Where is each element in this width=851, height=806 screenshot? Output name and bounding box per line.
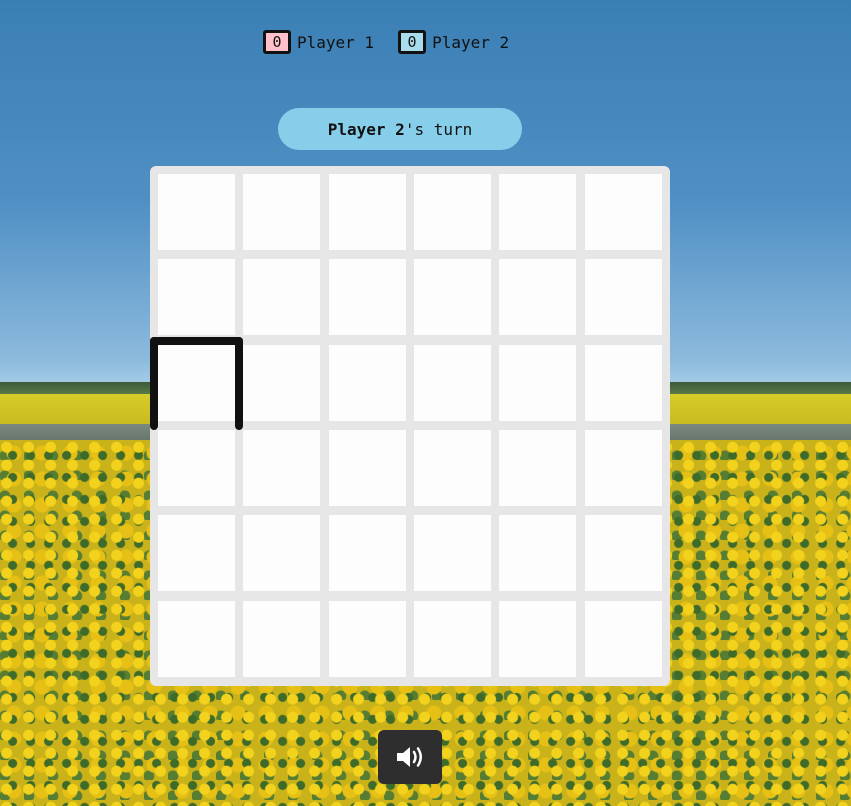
grid-cell[interactable] xyxy=(499,344,577,421)
turn-suffix: 's turn xyxy=(404,119,473,139)
grid-cell[interactable] xyxy=(328,174,406,250)
grid-cell[interactable] xyxy=(413,515,491,592)
grid-cell[interactable] xyxy=(243,600,321,677)
grid-cell[interactable] xyxy=(158,344,235,421)
grid-cell[interactable] xyxy=(413,429,491,506)
drawn-vertical-line xyxy=(235,336,244,430)
grid-cell[interactable] xyxy=(413,259,491,336)
volume-icon xyxy=(397,747,422,767)
grid-cell[interactable] xyxy=(243,515,321,592)
player1-name: Player 1 xyxy=(297,32,375,52)
grid-cell[interactable] xyxy=(584,344,662,421)
grid-cell[interactable] xyxy=(158,600,235,677)
grid-cell[interactable] xyxy=(328,600,406,677)
grid-cell[interactable] xyxy=(158,259,235,336)
player2-name: Player 2 xyxy=(432,32,510,52)
grid-cell[interactable] xyxy=(328,344,406,421)
grid-cell[interactable] xyxy=(413,600,491,677)
grid-cell[interactable] xyxy=(158,515,235,592)
grid-cell[interactable] xyxy=(413,344,491,421)
grid-cell[interactable] xyxy=(499,429,577,506)
grid-cell[interactable] xyxy=(413,174,491,250)
grid-cell[interactable] xyxy=(584,174,662,250)
game-board[interactable] xyxy=(150,166,670,686)
scoreboard: 0 Player 1 0 Player 2 xyxy=(263,28,533,56)
drawn-vertical-line xyxy=(150,336,158,430)
player1-score: 0 xyxy=(263,30,291,54)
grid-cell[interactable] xyxy=(328,259,406,336)
grid-cell[interactable] xyxy=(243,344,321,421)
grid-cell[interactable] xyxy=(499,515,577,592)
grid-cell[interactable] xyxy=(158,429,235,506)
grid-cell[interactable] xyxy=(499,600,577,677)
grid-cell[interactable] xyxy=(328,429,406,506)
grid-cell[interactable] xyxy=(243,429,321,506)
player2-score: 0 xyxy=(398,30,427,54)
player2-score-item: 0 Player 2 xyxy=(398,30,509,54)
grid-cell[interactable] xyxy=(499,259,577,336)
grid-cell[interactable] xyxy=(243,259,321,336)
grid-cell[interactable] xyxy=(584,429,662,506)
grid-cell[interactable] xyxy=(328,515,406,592)
grid-cell[interactable] xyxy=(243,174,321,250)
player1-score-item: 0 Player 1 xyxy=(263,30,374,54)
drawn-horizontal-line xyxy=(150,336,244,345)
grid-cell[interactable] xyxy=(499,174,577,250)
grid-cell[interactable] xyxy=(584,259,662,336)
grid-cell[interactable] xyxy=(584,600,662,677)
grid-cell[interactable] xyxy=(584,515,662,592)
turn-banner: Player 2's turn xyxy=(278,108,522,150)
current-player: Player 2 xyxy=(327,119,405,139)
grid-cell[interactable] xyxy=(158,174,235,250)
sound-toggle-button[interactable] xyxy=(378,730,442,784)
